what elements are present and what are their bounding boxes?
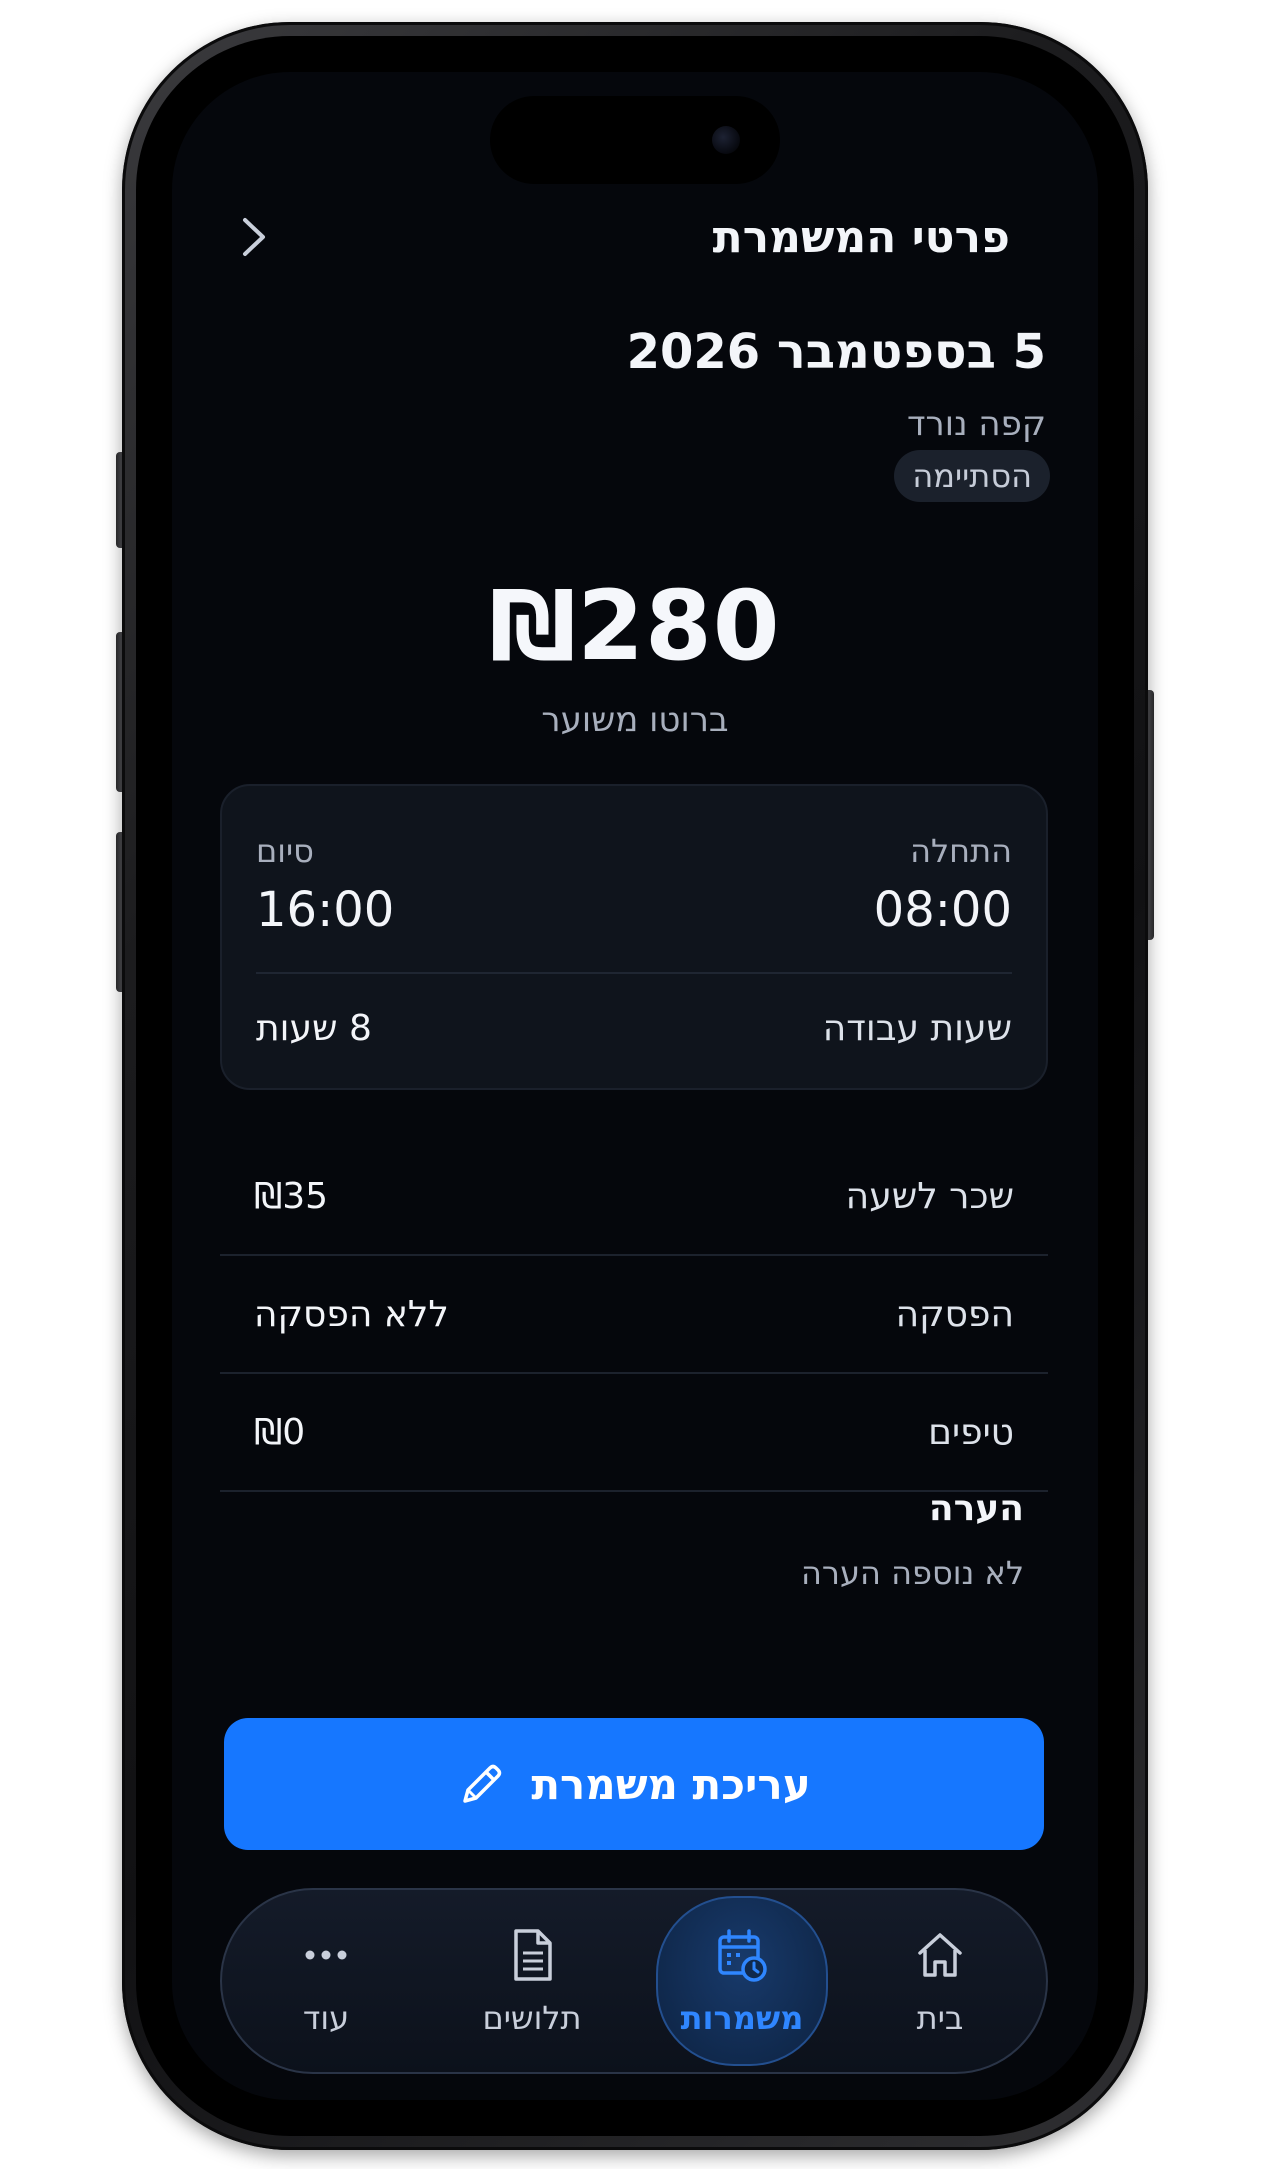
gross-amount-label: ברוטו משוער <box>541 700 729 740</box>
note-text: לא נוספה הערה <box>800 1554 1024 1592</box>
tab-bar: בית משמרות תלושים עוד <box>220 1888 1048 2074</box>
page-title: פרטי המשמרת <box>712 211 1010 263</box>
work-hours-label: שעות עבודה <box>822 1008 1012 1049</box>
camera-icon <box>712 126 740 154</box>
screen: פרטי המשמרת 5 בספטמבר 2026 קפה נורד הסתי… <box>172 72 1098 2100</box>
shift-date: 5 בספטמבר 2026 <box>626 324 1046 380</box>
status-badge: הסתיימה <box>894 450 1050 502</box>
break-row: הפסקה ללא הפסקה <box>220 1256 1048 1374</box>
tips-value: ₪0 <box>254 1412 306 1453</box>
tab-more[interactable]: עוד <box>240 1896 412 2066</box>
hourly-rate-value: ₪35 <box>254 1176 329 1217</box>
work-hours-value: 8 שעות <box>256 1008 372 1049</box>
tab-shifts[interactable]: משמרות <box>656 1896 828 2066</box>
tab-shifts-label: משמרות <box>680 1999 804 2037</box>
tips-row: טיפים ₪0 <box>220 1374 1048 1492</box>
break-value: ללא הפסקה <box>254 1294 449 1335</box>
tips-label: טיפים <box>928 1412 1014 1453</box>
calendar-clock-icon <box>718 1929 767 1982</box>
document-icon <box>514 1929 552 1981</box>
hourly-rate-row: שכר לשעה ₪35 <box>220 1138 1048 1256</box>
gross-amount: ₪280 <box>489 570 781 682</box>
start-label: התחלה <box>910 832 1012 870</box>
home-icon <box>918 1933 962 1977</box>
tab-home-label: בית <box>916 1999 964 2037</box>
tab-more-label: עוד <box>302 1999 350 2037</box>
start-time: 08:00 <box>873 882 1012 938</box>
tab-payslips-label: תלושים <box>482 1999 582 2037</box>
edit-shift-button[interactable]: עריכת משמרת <box>224 1718 1044 1850</box>
stage: פרטי המשמרת 5 בספטמבר 2026 קפה נורד הסתי… <box>0 0 1282 2169</box>
more-icon <box>305 1950 347 1960</box>
end-label: סיום <box>256 832 314 870</box>
note-title: הערה <box>928 1488 1024 1529</box>
pencil-icon <box>463 1764 502 1803</box>
end-time: 16:00 <box>256 882 395 938</box>
divider <box>256 972 1012 974</box>
tab-payslips[interactable]: תלושים <box>446 1896 618 2066</box>
dynamic-island <box>490 96 780 184</box>
break-label: הפסקה <box>895 1294 1014 1335</box>
header: פרטי המשמרת <box>234 202 1036 272</box>
tab-home[interactable]: בית <box>854 1896 1026 2066</box>
chevron-right-icon[interactable] <box>234 217 274 257</box>
workplace-name: קפה נורד <box>906 404 1046 444</box>
phone-frame: פרטי המשמרת 5 בספטמבר 2026 קפה נורד הסתי… <box>122 22 1148 2150</box>
edit-shift-label: עריכת משמרת <box>531 1759 811 1809</box>
time-card: התחלה 08:00 סיום 16:00 שעות עבודה 8 שעות <box>220 784 1048 1090</box>
hourly-rate-label: שכר לשעה <box>845 1176 1014 1217</box>
